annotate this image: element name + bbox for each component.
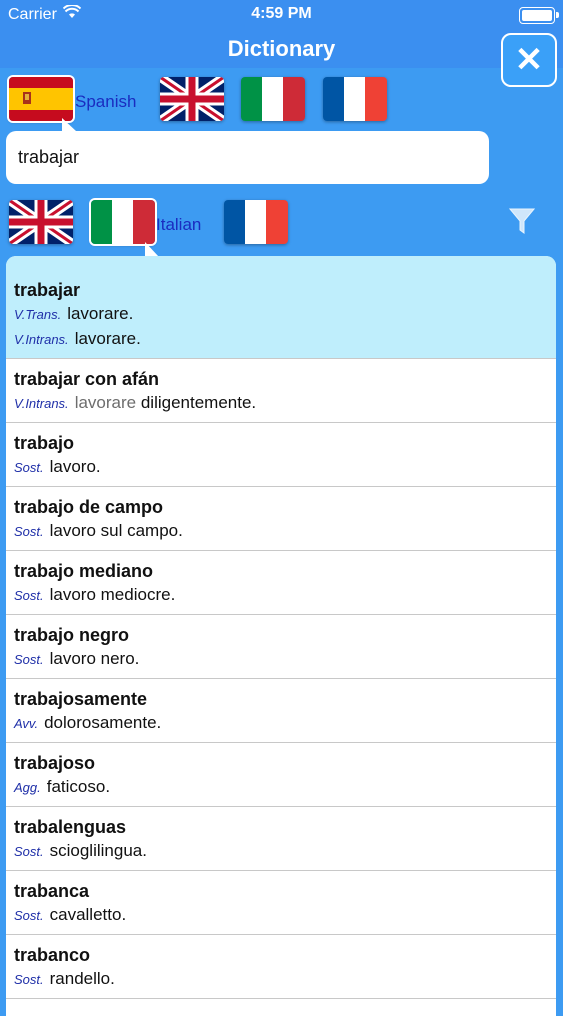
translation-text: faticoso. <box>46 777 111 796</box>
part-of-speech: Sost. <box>14 908 44 923</box>
uk-flag-icon <box>9 200 73 244</box>
page-title: Dictionary <box>227 36 336 61</box>
part-of-speech: Sost. <box>14 844 44 859</box>
translation-text: lavorare. <box>74 329 141 348</box>
list-item[interactable]: trabajar V.Trans. lavorare. V.Intrans. lavor… <box>6 256 556 359</box>
filter-icon[interactable] <box>509 207 535 235</box>
list-item[interactable]: trabajar con afán V.Intrans. lavorare dili… <box>6 359 556 423</box>
entry-term: trabajar con afán <box>14 369 160 389</box>
translation-text: lavoro sul campo. <box>49 521 183 540</box>
entry-term: trabajosamente <box>14 689 148 709</box>
part-of-speech: V.Trans. <box>14 307 62 322</box>
source-flag-french[interactable] <box>323 77 387 121</box>
list-item[interactable]: trabajo mediano Sost. lavoro mediocre. <box>6 551 556 615</box>
entry-term: trabajo mediano <box>14 561 154 581</box>
entry-sense: Sost. lavoro. <box>14 455 548 480</box>
part-of-speech: Sost. <box>14 972 44 987</box>
entry-term: trabalenguas <box>14 817 127 837</box>
list-item[interactable]: trabanca Sost. cavalletto. <box>6 871 556 935</box>
entry-sense: Sost. scioglilingua. <box>14 839 548 864</box>
translation-text: diligentemente. <box>136 393 257 412</box>
source-flag-italian[interactable] <box>241 77 305 121</box>
part-of-speech: Sost. <box>14 524 44 539</box>
target-language-label: Italian <box>156 215 202 234</box>
entry-term: trabajoso <box>14 753 96 773</box>
battery-icon <box>519 7 559 24</box>
translation-text: scioglilingua. <box>49 841 147 860</box>
part-of-speech: V.Intrans. <box>14 396 69 411</box>
target-flag-english[interactable] <box>9 200 73 244</box>
navigation-bar: Dictionary <box>0 30 563 68</box>
close-button[interactable]: ✕ <box>501 33 557 87</box>
list-item[interactable]: trabajo negro Sost. lavoro nero. <box>6 615 556 679</box>
entry-sense: V.Trans. lavorare. <box>14 302 548 327</box>
entry-term: trabanca <box>14 881 90 901</box>
source-flag-english[interactable] <box>160 77 224 121</box>
part-of-speech: Agg. <box>14 780 41 795</box>
results-list[interactable]: trabajar V.Trans. lavorare. V.Intrans. lavor… <box>6 256 556 1016</box>
status-time: 4:59 PM <box>251 5 312 22</box>
part-of-speech: V.Intrans. <box>14 332 69 347</box>
spain-flag-icon <box>9 77 73 121</box>
entry-sense: Sost. randello. <box>14 967 548 992</box>
part-of-speech: Sost. <box>14 588 44 603</box>
translation-text: lavorare. <box>67 304 134 323</box>
part-of-speech: Sost. <box>14 652 44 667</box>
france-flag-icon <box>323 77 387 121</box>
part-of-speech: Sost. <box>14 460 44 475</box>
entry-term: trabajo negro <box>14 625 130 645</box>
entry-sense: Agg. faticoso. <box>14 775 548 800</box>
entry-term: trabajo de campo <box>14 497 164 517</box>
status-bar: Carrier 4:59 PM <box>0 0 563 30</box>
entry-sense: Sost. lavoro nero. <box>14 647 548 672</box>
list-item[interactable]: trabanco Sost. randello. <box>6 935 556 999</box>
entry-sense: Avv. dolorosamente. <box>14 711 548 736</box>
list-item[interactable]: trabalenguas Sost. scioglilingua. <box>6 807 556 871</box>
italy-flag-icon <box>91 200 155 244</box>
translation-text: cavalletto. <box>49 905 127 924</box>
translation-text: lavoro mediocre. <box>49 585 176 604</box>
list-item[interactable]: trabajo Sost. lavoro. <box>6 423 556 487</box>
entry-term: trabanco <box>14 945 91 965</box>
translation-text: lavoro nero. <box>49 649 140 668</box>
entry-sense: V.Intrans. lavorare. <box>14 327 548 352</box>
translation-text: randello. <box>49 969 115 988</box>
translation-text: dolorosamente. <box>44 713 162 732</box>
entry-sense: Sost. lavoro mediocre. <box>14 583 548 608</box>
translation-gray: lavorare <box>74 393 137 412</box>
close-icon: ✕ <box>514 41 544 79</box>
entry-sense: Sost. lavoro sul campo. <box>14 519 548 544</box>
uk-flag-icon <box>160 77 224 121</box>
italy-flag-icon <box>241 77 305 121</box>
source-language-label: Spanish <box>75 92 137 111</box>
translation-text: lavoro. <box>49 457 101 476</box>
entry-sense: V.Intrans. lavorare diligentemente. <box>14 391 548 416</box>
france-flag-icon <box>224 200 288 244</box>
list-item[interactable]: trabajoso Agg. faticoso. <box>6 743 556 807</box>
source-pointer <box>62 118 102 132</box>
source-flag-spanish[interactable] <box>9 77 73 121</box>
entry-term: trabajar <box>14 280 81 300</box>
entry-sense: Sost. cavalletto. <box>14 903 548 928</box>
target-flag-italian[interactable] <box>91 200 155 244</box>
list-item[interactable]: trabajo de campo Sost. lavoro sul campo. <box>6 487 556 551</box>
list-item[interactable]: trabajosamente Avv. dolorosamente. <box>6 679 556 743</box>
target-flag-french[interactable] <box>224 200 288 244</box>
search-input[interactable]: trabajar <box>6 131 489 184</box>
part-of-speech: Avv. <box>14 716 39 731</box>
entry-term: trabajo <box>14 433 75 453</box>
